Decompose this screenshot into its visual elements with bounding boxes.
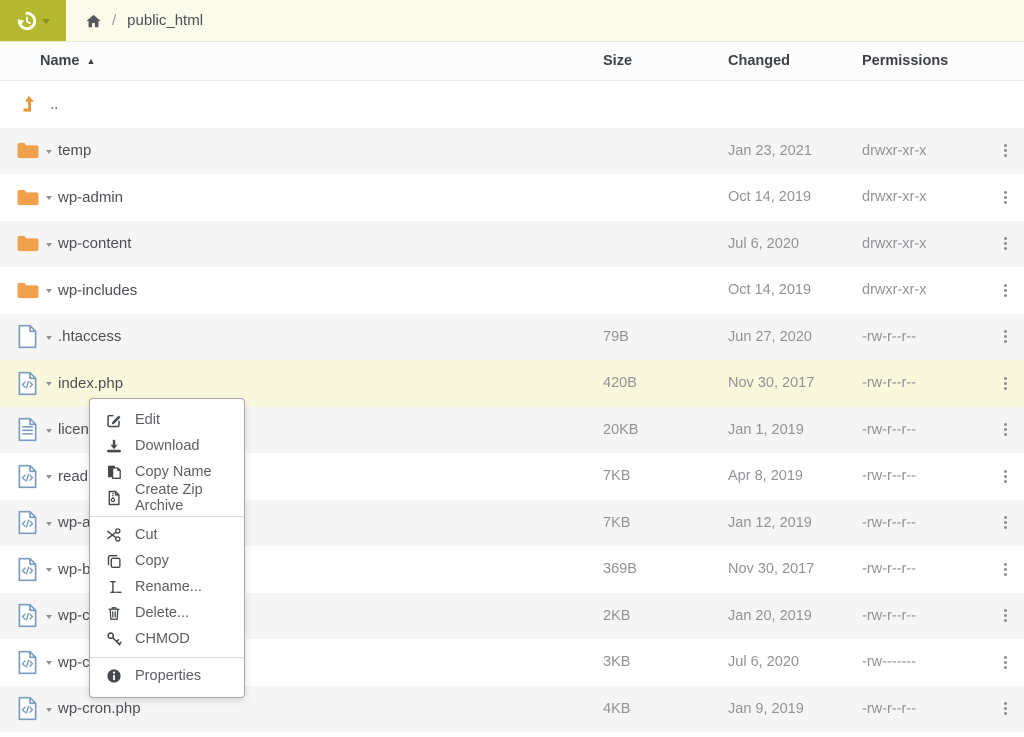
row-menu-button[interactable] bbox=[1004, 289, 1007, 292]
caret-down-icon[interactable] bbox=[46, 475, 52, 479]
row-menu-button[interactable] bbox=[1004, 196, 1007, 199]
topbar: / public_html bbox=[0, 0, 1024, 42]
row-menu-button[interactable] bbox=[1004, 382, 1007, 385]
table-row[interactable]: temp Jan 23, 2021 drwxr-xr-x bbox=[0, 128, 1024, 175]
breadcrumb-folder[interactable]: public_html bbox=[127, 12, 203, 29]
file-name: wp-includes bbox=[58, 282, 137, 299]
caret-down-icon[interactable] bbox=[46, 150, 52, 154]
file-code-icon bbox=[14, 650, 41, 675]
file-code-icon bbox=[14, 557, 41, 582]
caret-down-icon[interactable] bbox=[46, 382, 52, 386]
file-code-icon bbox=[14, 603, 41, 628]
menu-item-copy[interactable]: Copy bbox=[90, 548, 244, 574]
row-menu-button[interactable] bbox=[1004, 568, 1007, 571]
download-icon bbox=[105, 438, 123, 454]
info-icon bbox=[105, 668, 123, 684]
level-up-icon bbox=[14, 95, 41, 114]
menu-item-edit[interactable]: Edit bbox=[90, 407, 244, 433]
table-row-parent-dir[interactable]: .. bbox=[0, 81, 1024, 128]
edit-icon bbox=[105, 412, 123, 428]
file-name: wp-cron.php bbox=[58, 700, 141, 717]
table-row[interactable]: wp-content Jul 6, 2020 drwxr-xr-x bbox=[0, 221, 1024, 268]
caret-down-icon[interactable] bbox=[46, 336, 52, 340]
folder-icon bbox=[14, 188, 41, 207]
caret-down-icon[interactable] bbox=[46, 661, 52, 665]
file-name: .htaccess bbox=[58, 328, 121, 345]
caret-down-icon[interactable] bbox=[46, 568, 52, 572]
file-code-icon bbox=[14, 464, 41, 489]
table-row[interactable]: wp-includes Oct 14, 2019 drwxr-xr-x bbox=[0, 267, 1024, 314]
caret-down-icon[interactable] bbox=[46, 429, 52, 433]
menu-item-download[interactable]: Download bbox=[90, 433, 244, 459]
row-menu-button[interactable] bbox=[1004, 521, 1007, 524]
caret-down-icon[interactable] bbox=[46, 196, 52, 200]
menu-item-delete[interactable]: Delete... bbox=[90, 600, 244, 626]
column-header-permissions[interactable]: Permissions bbox=[862, 53, 987, 69]
table-header: Name ▲ Size Changed Permissions bbox=[0, 42, 1024, 81]
row-menu-button[interactable] bbox=[1004, 428, 1007, 431]
zip-archive-icon bbox=[105, 490, 123, 506]
row-menu-button[interactable] bbox=[1004, 661, 1007, 664]
caret-down-icon[interactable] bbox=[46, 289, 52, 293]
row-menu-button[interactable] bbox=[1004, 242, 1007, 245]
copy-icon bbox=[105, 553, 123, 569]
file-name: wp-content bbox=[58, 235, 131, 252]
menu-separator bbox=[90, 657, 244, 658]
scissors-icon bbox=[105, 527, 123, 543]
file-name: wp-admin bbox=[58, 189, 123, 206]
file-code-icon bbox=[14, 510, 41, 535]
rename-icon bbox=[105, 579, 123, 595]
column-header-name[interactable]: Name ▲ bbox=[0, 53, 603, 69]
menu-item-rename[interactable]: Rename... bbox=[90, 574, 244, 600]
file-code-icon bbox=[14, 371, 41, 396]
chevron-down-icon bbox=[42, 19, 50, 24]
table-row[interactable]: .htaccess 79B Jun 27, 2020 -rw-r--r-- bbox=[0, 314, 1024, 361]
app-menu-button[interactable] bbox=[0, 0, 66, 41]
history-icon bbox=[16, 10, 38, 32]
caret-down-icon[interactable] bbox=[46, 615, 52, 619]
table-row[interactable]: wp-admin Oct 14, 2019 drwxr-xr-x bbox=[0, 174, 1024, 221]
sort-asc-icon: ▲ bbox=[87, 56, 96, 66]
breadcrumb: / public_html bbox=[86, 0, 203, 41]
menu-item-cut[interactable]: Cut bbox=[90, 522, 244, 548]
column-header-changed[interactable]: Changed bbox=[728, 53, 862, 69]
file-blank-icon bbox=[14, 324, 41, 349]
row-menu-button[interactable] bbox=[1004, 149, 1007, 152]
file-text-icon bbox=[14, 417, 41, 442]
file-code-icon bbox=[14, 696, 41, 721]
menu-item-chmod[interactable]: CHMOD bbox=[90, 626, 244, 652]
folder-icon bbox=[14, 281, 41, 300]
file-name: temp bbox=[58, 142, 91, 159]
breadcrumb-separator: / bbox=[112, 12, 116, 29]
home-icon[interactable] bbox=[86, 14, 101, 28]
row-menu-button[interactable] bbox=[1004, 707, 1007, 710]
caret-down-icon[interactable] bbox=[46, 708, 52, 712]
copy-name-icon bbox=[105, 464, 123, 480]
file-name: index.php bbox=[58, 375, 123, 392]
row-menu-button[interactable] bbox=[1004, 614, 1007, 617]
folder-icon bbox=[14, 141, 41, 160]
caret-down-icon[interactable] bbox=[46, 243, 52, 247]
context-menu: Edit Download Copy Name Create Zip Archi… bbox=[89, 398, 245, 698]
row-menu-button[interactable] bbox=[1004, 335, 1007, 338]
menu-item-properties[interactable]: Properties bbox=[90, 663, 244, 689]
key-icon bbox=[105, 631, 123, 647]
row-menu-button[interactable] bbox=[1004, 475, 1007, 478]
folder-icon bbox=[14, 234, 41, 253]
caret-down-icon[interactable] bbox=[46, 522, 52, 526]
menu-item-create-zip[interactable]: Create Zip Archive bbox=[90, 485, 244, 511]
trash-icon bbox=[105, 605, 123, 621]
file-name: .. bbox=[50, 96, 58, 113]
menu-separator bbox=[90, 516, 244, 517]
column-header-size[interactable]: Size bbox=[603, 53, 728, 69]
